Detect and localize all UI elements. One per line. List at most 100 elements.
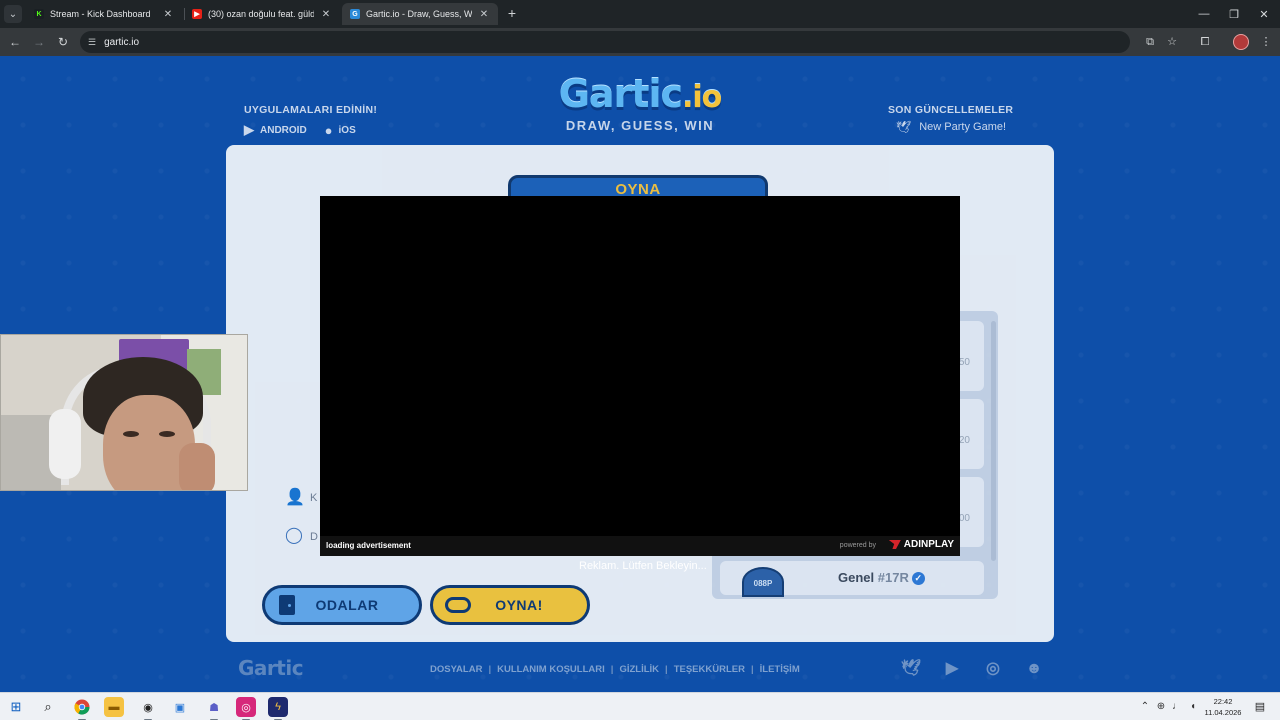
language-field-hint[interactable]: D: [310, 531, 318, 543]
tray-chevron-icon[interactable]: ⌃: [1138, 700, 1152, 714]
bookmark-star-icon[interactable]: ☆: [1164, 34, 1180, 50]
youtube-favicon-icon: ▶: [192, 9, 202, 19]
footer-separator: |: [610, 664, 614, 675]
app-promo: UYGULAMALARI EDİNİN! ▶ ANDROID ● iOS: [244, 104, 377, 138]
instagram-icon[interactable]: ◎: [983, 659, 1003, 679]
restore-icon[interactable]: ❐: [1218, 0, 1250, 28]
tray-network-icon[interactable]: ⊕: [1154, 700, 1168, 714]
teams-icon[interactable]: ☗: [204, 697, 224, 720]
logo-text: Gartic: [558, 72, 683, 116]
app-window-icon[interactable]: ▣: [170, 697, 190, 717]
gamepad-icon: [445, 597, 471, 613]
obs-icon[interactable]: ◉: [138, 697, 158, 720]
footer-link-terms[interactable]: KULLANIM KOŞULLARI: [497, 664, 605, 675]
ad-footer: loading advertisement powered by ADINPLA…: [320, 536, 960, 556]
ios-label: iOS: [338, 124, 356, 136]
rooms-button[interactable]: ODALAR: [262, 585, 422, 625]
url-text: gartic.io: [104, 36, 140, 48]
gartic-page: UYGULAMALARI EDİNİN! ▶ ANDROID ● iOS Gar…: [0, 56, 1280, 692]
system-clock[interactable]: 22:42 11.04.2026: [1200, 696, 1246, 718]
back-arrow-icon[interactable]: ←: [6, 33, 24, 51]
instagram-icon[interactable]: ◎: [236, 697, 256, 720]
google-play-icon: ▶: [244, 122, 254, 137]
door-icon: [279, 595, 295, 615]
tray-volume-icon[interactable]: ◖: [1186, 700, 1200, 714]
tagline: DRAW, GUESS, WIN: [565, 118, 715, 133]
site-info-icon[interactable]: ☰: [88, 37, 96, 48]
footer-link-thanks[interactable]: TEŞEKKÜRLER: [674, 664, 745, 675]
clock-date: 11.04.2026: [1204, 708, 1242, 717]
browser-toolbar: ← → ↻ ☰ gartic.io ⧉ ☆ ⧠ ⋮: [0, 28, 1280, 56]
tab-search-button[interactable]: ⌄: [4, 5, 22, 23]
ad-powered-text: powered by: [839, 542, 876, 549]
notification-icon[interactable]: ▤: [1252, 699, 1268, 715]
latest-updates: SON GÜNCELLEMELER 🕊 New Party Game!: [888, 104, 1013, 134]
file-explorer-icon[interactable]: ▬: [104, 697, 124, 717]
chat-bubble-icon: ◯: [285, 527, 303, 544]
reload-icon[interactable]: ↻: [54, 33, 72, 51]
room-count: 50: [958, 357, 970, 368]
tray-mic-icon[interactable]: ♩: [1170, 700, 1184, 714]
gartic-favicon-icon: G: [350, 9, 360, 19]
search-icon[interactable]: ⌕: [38, 697, 58, 717]
address-bar[interactable]: ☰ gartic.io: [80, 31, 1130, 53]
clock-time: 22:42: [1213, 697, 1233, 706]
twitter-icon: 🕊: [896, 120, 912, 134]
tab-title: Gartic.io - Draw, Guess, WIN: [366, 9, 472, 19]
android-label: ANDROID: [260, 124, 307, 136]
tab-gartic[interactable]: G Gartic.io - Draw, Guess, WIN ✕: [342, 3, 498, 25]
genel-label: Genel: [838, 570, 875, 585]
menu-kebab-icon[interactable]: ⋮: [1258, 34, 1274, 50]
youtube-icon[interactable]: ▶: [942, 659, 962, 679]
tab-close-icon[interactable]: ✕: [320, 9, 332, 20]
webcam-hand: [179, 443, 215, 490]
nickname-field-hint[interactable]: K: [310, 492, 317, 504]
genel-room-row[interactable]: 088P Genel #17R ✓: [720, 561, 984, 597]
genel-room-code: #17R: [877, 570, 909, 585]
tab-close-icon[interactable]: ✕: [162, 9, 174, 20]
advertisement-frame[interactable]: loading advertisement powered by ADINPLA…: [320, 196, 960, 556]
windows-taskbar: ⊞ ⌕ ▬ ◉ ▣ ☗ ◎ ϟ ⌃ ⊕ ♩ ◖ 22:42 11.04.2026…: [0, 692, 1280, 720]
footer-link-files[interactable]: DOSYALAR: [430, 664, 482, 675]
tab-title: (30) ozan doğulu feat. gülden & ...: [208, 9, 314, 19]
browser-tab-strip: ⌄ K Stream - Kick Dashboard ✕ ▶ (30) oza…: [0, 0, 1280, 28]
forward-arrow-icon[interactable]: →: [30, 33, 48, 51]
footer-separator: |: [488, 664, 492, 675]
tab-kick-dashboard[interactable]: K Stream - Kick Dashboard ✕: [26, 3, 182, 25]
play-button-label: OYNA!: [495, 597, 543, 613]
close-window-icon[interactable]: ✕: [1248, 0, 1280, 28]
room-count: 00: [958, 513, 970, 524]
footer-logo[interactable]: Gartic: [238, 656, 304, 680]
play-button[interactable]: OYNA!: [430, 585, 590, 625]
install-app-icon[interactable]: ⧉: [1142, 34, 1158, 50]
gartic-logo[interactable]: Gartic.io DRAW, GUESS, WIN: [540, 72, 740, 133]
start-icon[interactable]: ⊞: [6, 697, 26, 717]
profile-avatar[interactable]: [1233, 34, 1249, 50]
discord-icon[interactable]: ☻: [1024, 659, 1044, 679]
kick-favicon-icon: K: [34, 9, 44, 19]
room-badge: 088P: [742, 567, 784, 597]
tab-close-icon[interactable]: ✕: [478, 9, 490, 20]
minimize-icon[interactable]: —: [1188, 0, 1220, 28]
webcam-eye: [123, 431, 139, 437]
footer-separator: |: [750, 664, 754, 675]
webcam-headset-cup: [49, 409, 81, 479]
ios-link[interactable]: ● iOS: [325, 122, 356, 138]
tab-title: Stream - Kick Dashboard: [50, 9, 151, 19]
footer-link-contact[interactable]: İLETİŞİM: [760, 664, 800, 675]
rooms-button-label: ODALAR: [315, 597, 379, 613]
user-icon: 👤: [285, 489, 305, 506]
ad-wait-text: Reklam. Lütfen Bekleyin...: [579, 560, 707, 572]
chrome-icon[interactable]: [72, 697, 92, 720]
footer-separator: |: [665, 664, 668, 675]
extensions-icon[interactable]: ⧠: [1197, 34, 1213, 50]
new-tab-button[interactable]: +: [504, 5, 520, 21]
updates-link[interactable]: 🕊 New Party Game!: [888, 120, 1013, 134]
rooms-scrollbar[interactable]: [991, 321, 996, 561]
android-link[interactable]: ▶ ANDROID: [244, 122, 307, 138]
adinplay-logo[interactable]: ADINPLAY: [888, 539, 954, 550]
tab-youtube[interactable]: ▶ (30) ozan doğulu feat. gülden & ... ✕: [184, 3, 340, 25]
kick-icon[interactable]: ϟ: [268, 697, 288, 720]
twitter-icon[interactable]: 🕊: [901, 659, 921, 679]
footer-link-privacy[interactable]: GİZLİLİK: [619, 664, 659, 675]
